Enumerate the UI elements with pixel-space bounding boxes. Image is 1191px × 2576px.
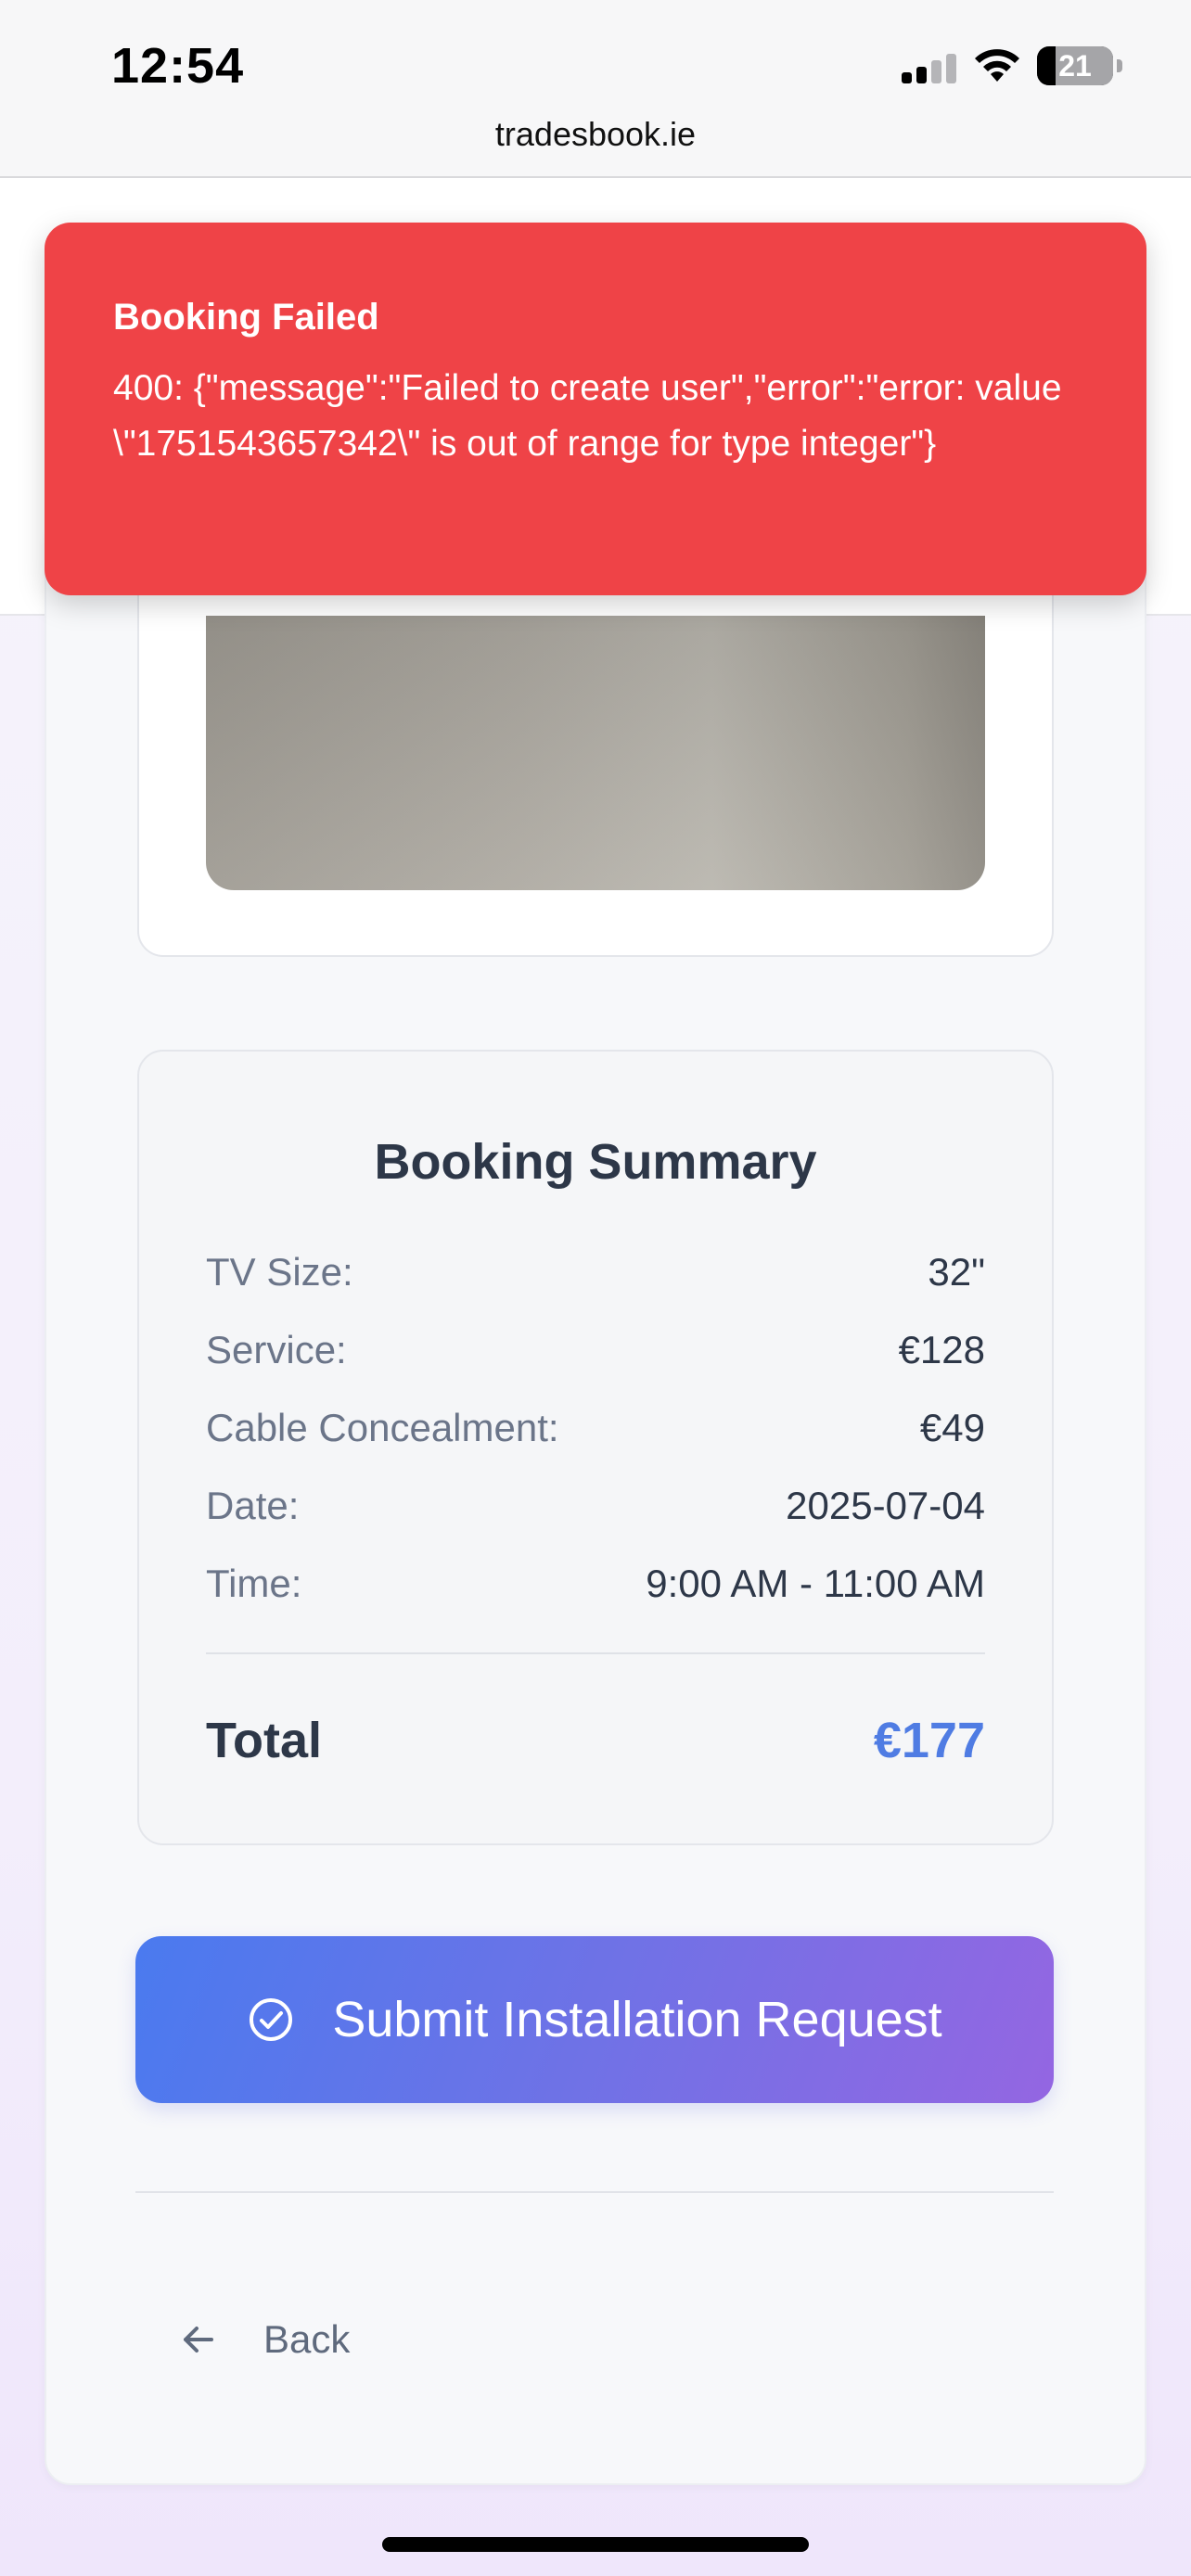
toast-title: Booking Failed [113,297,379,338]
summary-row-label: Time: [206,1562,302,1605]
summary-divider [206,1652,985,1654]
battery-tip [1117,59,1122,72]
total-label: Total [206,1713,322,1768]
arrow-left-icon [184,2327,213,2353]
battery-icon: 21 [1037,46,1113,85]
summary-row-value: 9:00 AM - 11:00 AM [646,1562,985,1605]
signal-icon [902,54,957,83]
summary-row-label: TV Size: [206,1250,353,1294]
summary-row-time: Time: 9:00 AM - 11:00 AM [206,1562,985,1617]
back-button-label: Back [263,2317,351,2361]
summary-row-service: Service: €128 [206,1328,985,1384]
back-button[interactable]: Back [178,2307,350,2372]
summary-row-value: 32" [928,1250,985,1294]
status-bar: 12:54 21 tradesbook.ie [0,0,1191,178]
summary-row-label: Service: [206,1328,347,1371]
submit-button-label: Submit Installation Request [332,1992,942,2047]
summary-row-label: Cable Concealment: [206,1406,559,1449]
check-circle-icon [250,1998,293,2041]
booking-summary: Booking Summary TV Size: 32" Service: €1… [137,1050,1054,1845]
toast-message: 400: {"message":"Failed to create user",… [113,368,1062,464]
wifi-icon [975,49,1019,82]
summary-row-cable-concealment: Cable Concealment: €49 [206,1406,985,1461]
home-indicator[interactable] [382,2537,809,2552]
summary-row-label: Date: [206,1484,300,1527]
summary-row-tv-size: TV Size: 32" [206,1250,985,1306]
status-time: 12:54 [111,38,245,94]
address-bar-url[interactable]: tradesbook.ie [0,115,1191,154]
summary-row-value: €49 [919,1406,985,1449]
actions-divider [135,2191,1054,2193]
summary-row-value: 2025-07-04 [786,1484,985,1527]
battery-level: 21 [1058,49,1092,83]
submit-installation-request-button[interactable]: Submit Installation Request [135,1936,1054,2103]
summary-row-value: €128 [898,1328,985,1371]
summary-title: Booking Summary [374,1134,817,1190]
summary-row-date: Date: 2025-07-04 [206,1484,985,1539]
total-value: €177 [873,1713,985,1768]
error-toast[interactable]: Booking Failed 400: {"message":"Failed t… [45,223,1146,595]
wall-photo [206,616,985,890]
